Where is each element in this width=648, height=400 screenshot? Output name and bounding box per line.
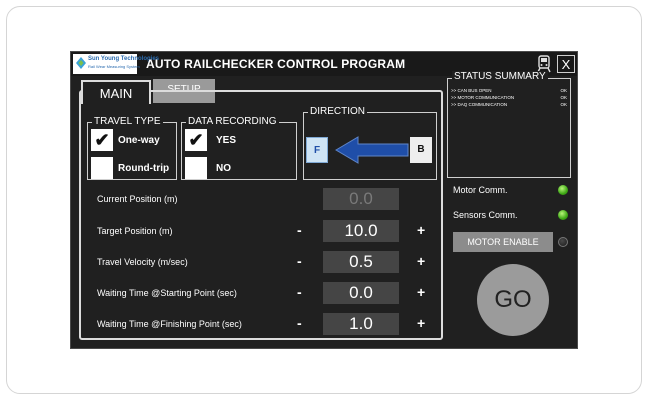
status-line: >> CAN BUS OPEN — [451, 88, 492, 93]
go-button[interactable]: GO — [477, 264, 549, 336]
param-label-waiting-finish: Waiting Time @Finishing Point (sec) — [97, 319, 242, 329]
sensors-comm-indicator-icon — [558, 210, 568, 220]
company-logo: Sun Young Technologies Rail Wear Measuri… — [73, 54, 159, 74]
forward-button[interactable]: F — [306, 137, 328, 163]
check-icon: ✔ — [188, 130, 204, 150]
travel-type-group: TRAVEL TYPE ✔ One-way Round-trip — [87, 116, 177, 180]
logo-icon — [76, 57, 86, 69]
round-trip-checkbox[interactable] — [91, 157, 113, 179]
waiting-start-field[interactable]: 0.0 — [323, 282, 399, 304]
check-icon: ✔ — [94, 130, 110, 150]
sensors-comm-label: Sensors Comm. — [453, 210, 518, 220]
data-recording-label: DATA RECORDING — [186, 116, 279, 127]
travel-type-label: TRAVEL TYPE — [92, 116, 163, 127]
param-label-waiting-start: Waiting Time @Starting Point (sec) — [97, 288, 237, 298]
motor-enable-button[interactable]: MOTOR ENABLE — [453, 232, 553, 252]
motor-comm-label: Motor Comm. — [453, 185, 508, 195]
recording-yes-label: YES — [216, 135, 237, 146]
travel-velocity-field[interactable]: 0.5 — [323, 251, 399, 273]
travel-velocity-increment-button[interactable]: + — [417, 253, 425, 269]
waiting-start-increment-button[interactable]: + — [417, 284, 425, 300]
backward-button[interactable]: B — [410, 137, 432, 163]
direction-arrow-icon — [335, 136, 409, 164]
app-window: Sun Young Technologies Rail Wear Measuri… — [70, 51, 578, 349]
waiting-finish-increment-button[interactable]: + — [417, 315, 425, 331]
current-position-field: 0.0 — [323, 188, 399, 210]
main-panel: TRAVEL TYPE ✔ One-way Round-trip DATA RE… — [79, 90, 443, 340]
status-value: OK — [560, 102, 567, 107]
param-label-target-position: Target Position (m) — [97, 226, 173, 236]
status-summary-panel: STATUS SUMMARY >> CAN BUS OPEN OK >> MOT… — [447, 71, 571, 178]
status-line: >> MOTOR COMMUNICATION — [451, 95, 515, 100]
recording-no-checkbox[interactable] — [185, 157, 207, 179]
direction-group: DIRECTION F B — [303, 106, 437, 180]
window-title: AUTO RAILCHECKER CONTROL PROGRAM — [146, 57, 406, 71]
tab-main[interactable]: MAIN — [81, 80, 151, 104]
recording-no-label: NO — [216, 163, 231, 174]
waiting-finish-field[interactable]: 1.0 — [323, 313, 399, 335]
waiting-start-decrement-button[interactable]: - — [297, 284, 302, 300]
param-label-current-position: Current Position (m) — [97, 194, 178, 204]
recording-yes-checkbox[interactable]: ✔ — [185, 129, 207, 151]
motor-comm-indicator-icon — [558, 185, 568, 195]
waiting-finish-decrement-button[interactable]: - — [297, 315, 302, 331]
motor-enable-indicator-icon — [558, 237, 568, 247]
status-value: OK — [560, 88, 567, 93]
logo-subtext: Rail Wear Measuring System — [88, 64, 140, 69]
target-position-increment-button[interactable]: + — [417, 222, 425, 238]
close-button[interactable]: X — [557, 55, 575, 73]
status-value: OK — [560, 95, 567, 100]
travel-velocity-decrement-button[interactable]: - — [297, 253, 302, 269]
status-line: >> DAQ COMMUNICATION — [451, 102, 508, 107]
status-summary-label: STATUS SUMMARY — [452, 71, 548, 82]
param-label-travel-velocity: Travel Velocity (m/sec) — [97, 257, 188, 267]
one-way-checkbox[interactable]: ✔ — [91, 129, 113, 151]
round-trip-label: Round-trip — [118, 163, 170, 174]
target-position-decrement-button[interactable]: - — [297, 222, 302, 238]
direction-label: DIRECTION — [308, 106, 367, 117]
one-way-label: One-way — [118, 135, 160, 146]
data-recording-group: DATA RECORDING ✔ YES NO — [181, 116, 297, 180]
target-position-field[interactable]: 10.0 — [323, 220, 399, 242]
